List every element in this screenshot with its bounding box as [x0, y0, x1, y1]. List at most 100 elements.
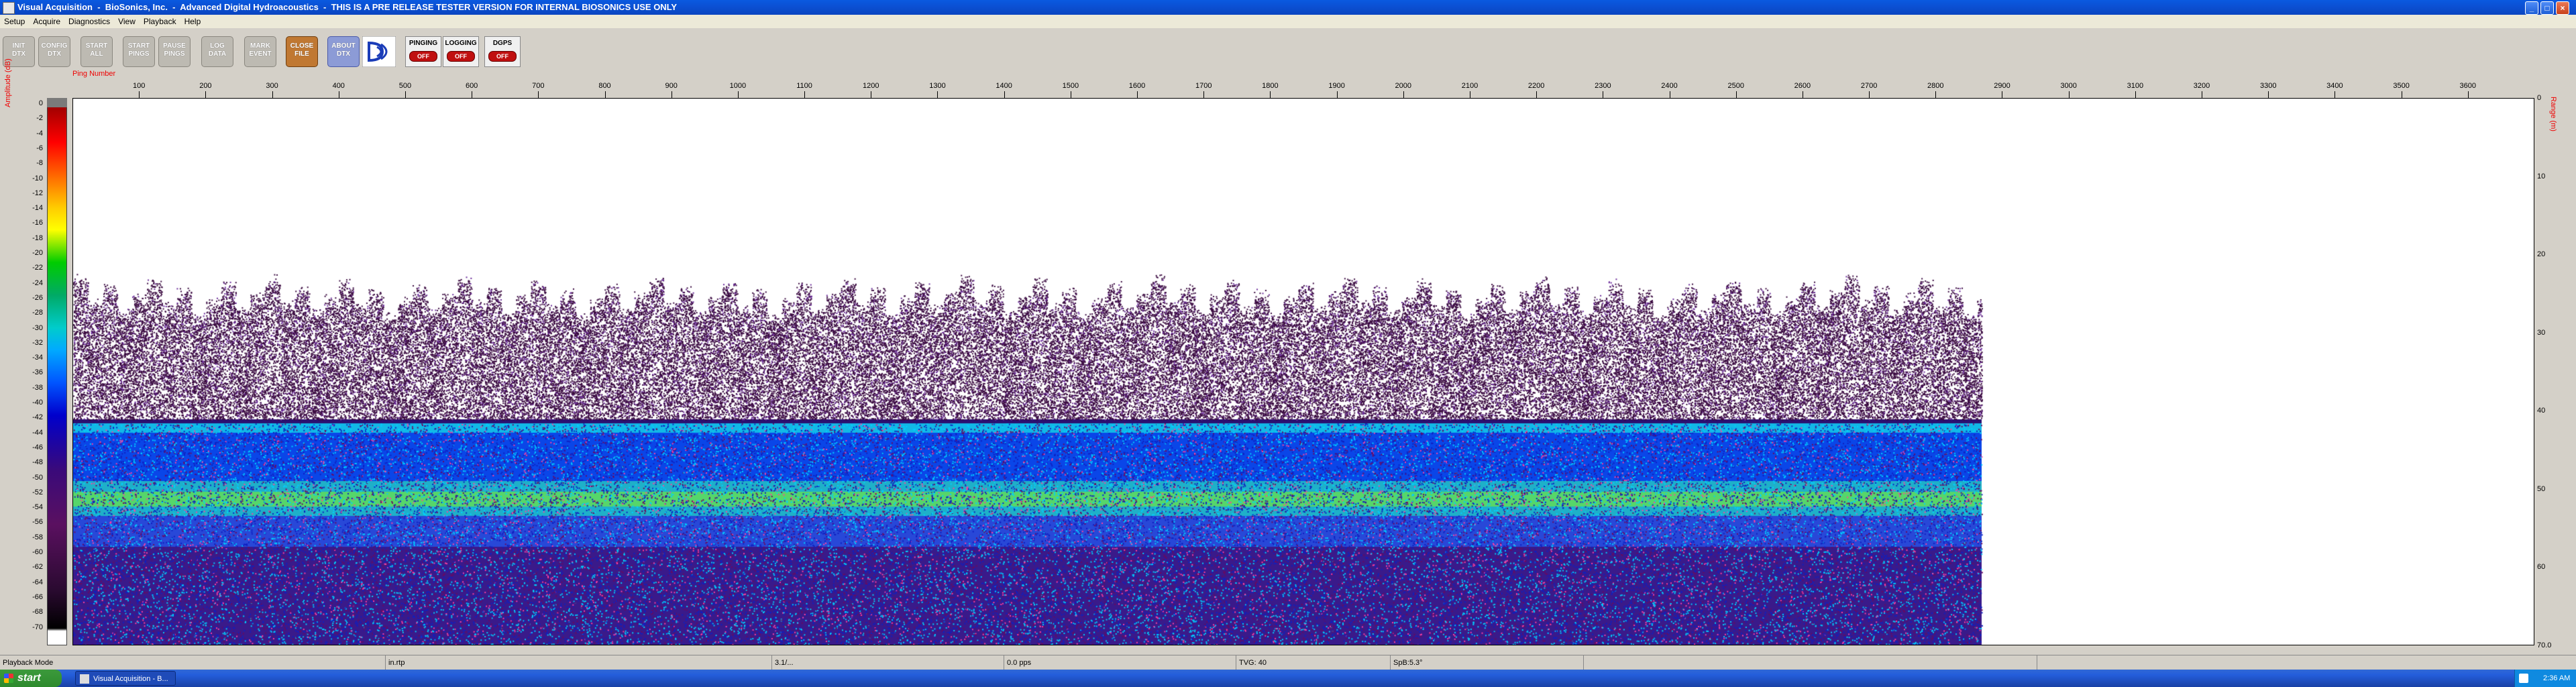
- menu-setup[interactable]: Setup: [0, 15, 29, 28]
- ping-tick-mark: [1004, 91, 1005, 98]
- dgps-indicator: DGPS OFF: [484, 36, 521, 67]
- ping-tick-label: 2200: [1527, 82, 1545, 90]
- maximize-button[interactable]: □: [2540, 1, 2554, 15]
- minimize-button[interactable]: _: [2525, 1, 2538, 15]
- ping-tick-label: 2400: [1661, 82, 1678, 90]
- ping-tick-label: 3600: [2459, 82, 2477, 90]
- taskbar-item-visual-acquisition[interactable]: Visual Acquisition - B...: [75, 671, 176, 686]
- ping-tick-label: 500: [398, 82, 412, 90]
- menu-diagnostics[interactable]: Diagnostics: [64, 15, 114, 28]
- amplitude-ticks: 0 -2 -4 -6 -8 -10 -12 -14 -16 -18 -20 -22 -24 -26 -28 -…: [23, 98, 46, 645]
- close-button[interactable]: ×: [2556, 1, 2569, 15]
- app-icon: [3, 2, 15, 14]
- amplitude-tick-label: -20: [32, 249, 43, 257]
- ping-tick-label: 3300: [2259, 82, 2277, 90]
- amplitude-tick-label: -30: [32, 323, 43, 332]
- ping-tick-label: 400: [332, 82, 345, 90]
- range-tick-label: 40: [2537, 407, 2546, 415]
- ping-tick-label: 300: [266, 82, 278, 90]
- amplitude-tick-label: -8: [36, 159, 43, 168]
- menu-acquire[interactable]: Acquire: [29, 15, 64, 28]
- ping-tick-mark: [937, 91, 938, 98]
- status-pings: 3.1/...: [771, 655, 794, 670]
- status-rate: 0.0 pps: [1004, 655, 1031, 670]
- ping-tick-label: 1700: [1195, 82, 1212, 90]
- ping-tick-label: 600: [465, 82, 478, 90]
- close-file-button[interactable]: CLOSE FILE: [286, 36, 318, 67]
- start-button[interactable]: start: [0, 670, 62, 687]
- tray-icon[interactable]: [2519, 674, 2528, 683]
- amplitude-tick-label: -44: [32, 428, 43, 437]
- start-all-button[interactable]: START ALL: [80, 36, 113, 67]
- window-title: Visual Acquisition - BioSonics, Inc. - A…: [17, 2, 678, 12]
- amplitude-tick-label: -54: [32, 503, 43, 512]
- amplitude-tick-label: -24: [32, 278, 43, 287]
- ping-tick-mark: [272, 91, 273, 98]
- windows-logo-icon: [4, 674, 13, 683]
- menu-bar: Setup Acquire Diagnostics View Playback Help: [0, 15, 2576, 28]
- mark-event-button[interactable]: MARK EVENT: [244, 36, 276, 67]
- amplitude-tick-label: -38: [32, 383, 43, 392]
- clock: 2:36 AM: [2543, 674, 2571, 682]
- ping-tick-mark: [1137, 91, 1138, 98]
- ping-tick-mark: [1270, 91, 1271, 98]
- amplitude-tick-label: -40: [32, 399, 43, 407]
- ping-tick-label: 1600: [1128, 82, 1146, 90]
- status-tvg: TVG: 40: [1236, 655, 1267, 670]
- ping-tick-label: 1100: [796, 82, 812, 90]
- amplitude-tick-label: -32: [32, 338, 43, 347]
- amplitude-tick-label: -16: [32, 219, 43, 227]
- ping-tick-label: 1400: [996, 82, 1012, 90]
- ping-tick-label: 700: [532, 82, 545, 90]
- amplitude-tick-label: -22: [32, 264, 43, 272]
- echogram-plot[interactable]: [72, 98, 2534, 645]
- pause-pings-button[interactable]: PAUSE PINGS: [158, 36, 191, 67]
- about-dtx-button[interactable]: ABOUT DTX: [327, 36, 360, 67]
- ping-tick-mark: [1735, 91, 1737, 98]
- amplitude-tick-label: -6: [36, 144, 43, 152]
- amplitude-colorbar[interactable]: [47, 98, 67, 645]
- taskbar: start Visual Acquisition - B... 2:36 AM: [0, 670, 2576, 687]
- ping-tick-mark: [2068, 91, 2070, 98]
- log-data-button[interactable]: LOG DATA: [201, 36, 233, 67]
- range-tick-label: 20: [2537, 250, 2546, 259]
- amplitude-tick-label: -42: [32, 413, 43, 422]
- amplitude-tick-label: -10: [32, 174, 43, 182]
- ping-tick-label: 3100: [2127, 82, 2144, 90]
- echogram-canvas[interactable]: [73, 99, 2534, 645]
- system-tray: 2:36 AM: [2514, 670, 2576, 687]
- ping-tick-label: 2300: [1595, 82, 1611, 90]
- amplitude-tick-label: -46: [32, 443, 43, 452]
- menu-playback[interactable]: Playback: [140, 15, 180, 28]
- amplitude-tick-label: -28: [32, 309, 43, 317]
- range-tick-label: 50: [2537, 484, 2546, 493]
- menu-view[interactable]: View: [114, 15, 140, 28]
- toolbar: INIT DTX CONFIG DTX START ALL START PINGS PA…: [0, 28, 2576, 71]
- ping-tick-label: 3000: [2060, 82, 2077, 90]
- config-dtx-button[interactable]: CONFIG DTX: [38, 36, 70, 67]
- status-bar: Playback Mode in.rtp 3.1/... 0.0 pps TVG…: [0, 655, 2576, 670]
- range-tick-label: 10: [2537, 172, 2546, 180]
- ping-tick-label: 3400: [2326, 82, 2343, 90]
- status-empty-2: [2037, 655, 2040, 670]
- menu-help[interactable]: Help: [180, 15, 205, 28]
- amplitude-tick-label: -52: [32, 488, 43, 496]
- amplitude-tick-label: -50: [32, 473, 43, 482]
- ping-tick-mark: [1403, 91, 1404, 98]
- amplitude-tick-label: -14: [32, 204, 43, 213]
- amplitude-tick-label: -12: [32, 189, 43, 197]
- ping-tick-mark: [405, 91, 406, 98]
- amplitude-tick-label: -48: [32, 458, 43, 467]
- pinging-indicator: PINGING OFF: [405, 36, 441, 67]
- range-tick-label: 30: [2537, 328, 2546, 337]
- ping-tick-mark: [139, 91, 140, 98]
- ping-tick-label: 1900: [1328, 82, 1345, 90]
- ping-tick-label: 1800: [1262, 82, 1279, 90]
- ping-tick-mark: [2334, 91, 2336, 98]
- status-mode: Playback Mode: [3, 659, 54, 667]
- range-tick-label: 70.0: [2537, 641, 2552, 649]
- ping-tick-label: 2100: [1461, 82, 1479, 90]
- start-pings-button[interactable]: START PINGS: [123, 36, 155, 67]
- amplitude-tick-label: -60: [32, 548, 43, 556]
- ping-tick-mark: [804, 91, 806, 98]
